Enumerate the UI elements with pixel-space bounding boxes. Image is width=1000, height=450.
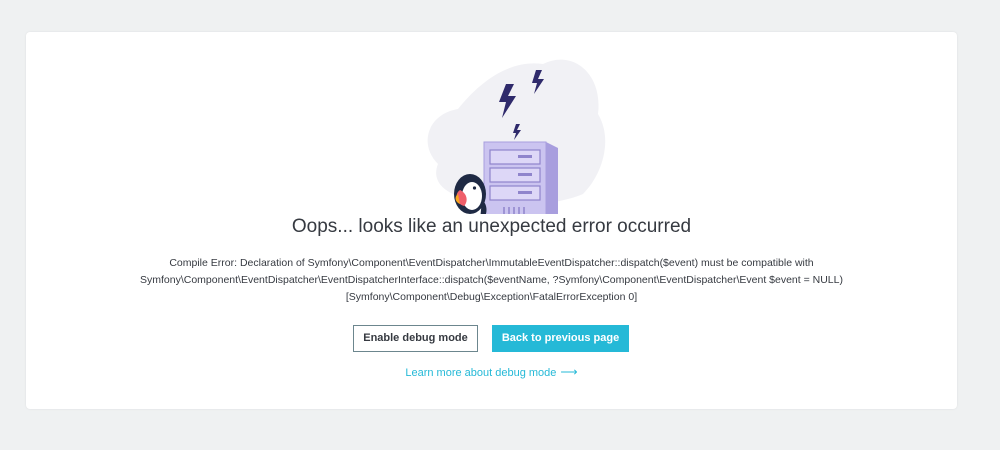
learn-more-label: Learn more about debug mode <box>405 367 557 379</box>
learn-more-debug-link[interactable]: Learn more about debug mode ⟶ <box>26 365 957 379</box>
error-message: Compile Error: Declaration of Symfony\Co… <box>86 255 897 306</box>
drive-bay <box>489 149 541 165</box>
drive-bay <box>489 167 541 183</box>
error-message-line: Symfony\Component\EventDispatcher\EventD… <box>140 274 843 286</box>
enable-debug-mode-button[interactable]: Enable debug mode <box>353 325 478 352</box>
drive-bay <box>489 185 541 201</box>
server-error-illustration <box>427 59 606 214</box>
error-message-line: [Symfony\Component\Debug\Exception\Fatal… <box>345 291 638 303</box>
server-side <box>546 142 558 214</box>
error-message-line: Compile Error: Declaration of Symfony\Co… <box>169 257 814 269</box>
error-title: Oops... looks like an unexpected error o… <box>291 216 692 237</box>
long-right-arrow-icon: ⟶ <box>560 365 578 379</box>
back-to-previous-page-button[interactable]: Back to previous page <box>492 325 629 352</box>
error-card: Oops... looks like an unexpected error o… <box>26 32 957 409</box>
